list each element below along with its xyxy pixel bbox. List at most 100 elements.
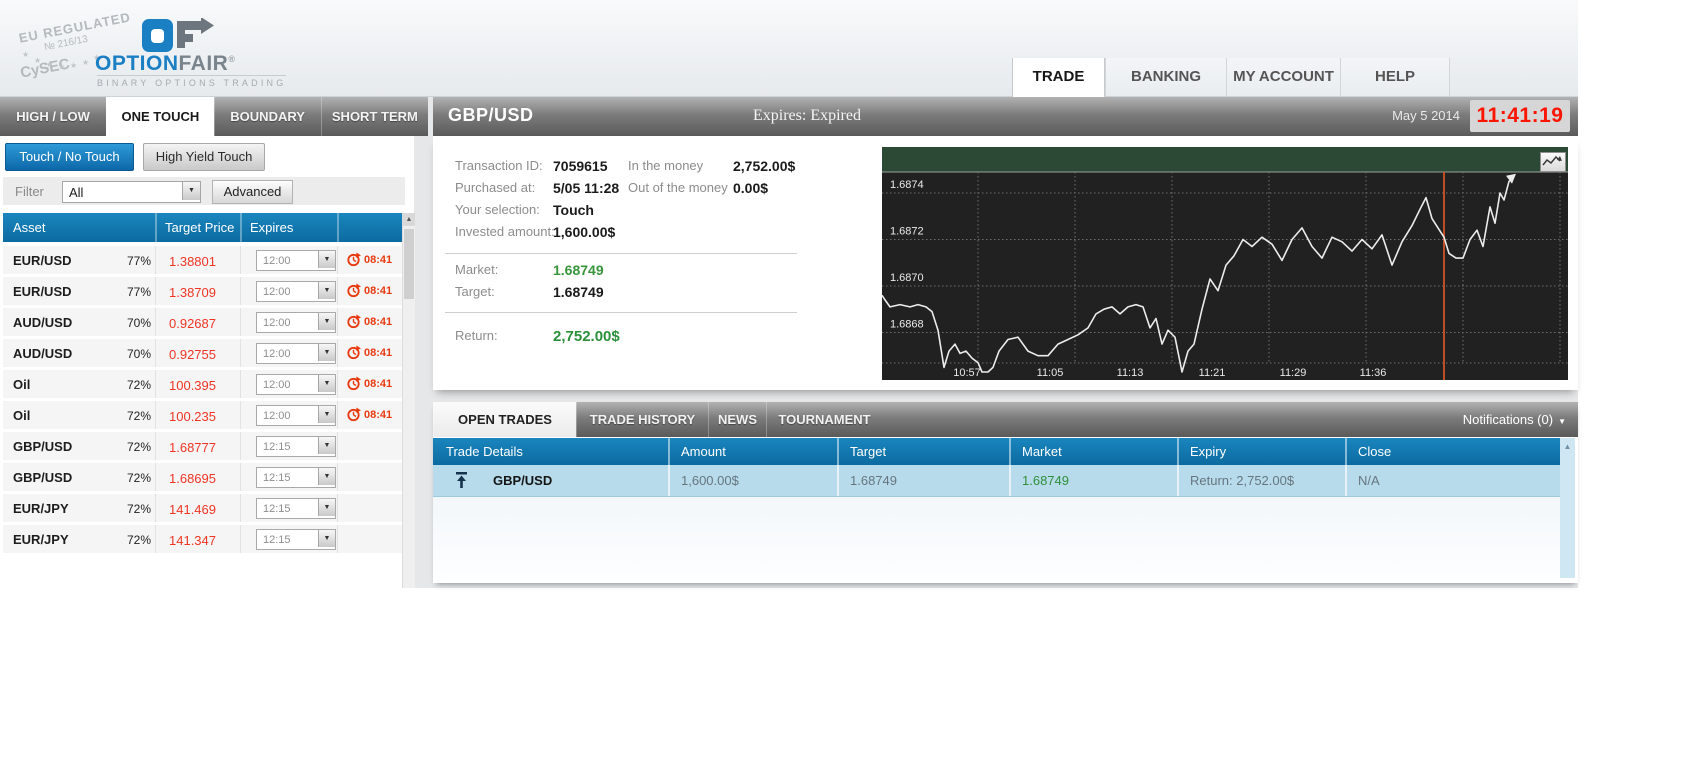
instrument-tab-boundary[interactable]: BOUNDARY (213, 97, 321, 136)
nav-tab-help[interactable]: HELP (1340, 58, 1450, 96)
chevron-down-icon[interactable]: ▼ (318, 499, 335, 516)
chevron-down-icon[interactable]: ▼ (318, 406, 335, 423)
trade-cell-trade: GBP/USD (493, 473, 553, 488)
tab-open-trades[interactable]: OPEN TRADES (433, 402, 576, 437)
detail-row: In the money 2,752.00$ (628, 158, 798, 174)
expiry-select[interactable]: 12:15 ▼ (256, 467, 336, 488)
high-yield-touch-button[interactable]: High Yield Touch (143, 143, 265, 171)
detail-value: 5/05 11:28 (553, 180, 620, 196)
asset-row-eur-jpy-8[interactable]: EUR/JPY 72% 141.469 12:15 ▼ (3, 494, 405, 522)
asset-payout: 72% (126, 533, 151, 547)
return-label: Return: (455, 328, 498, 343)
trades-scrollbar[interactable]: ▲ (1560, 438, 1575, 578)
detail-row: Transaction ID: 7059615 (455, 158, 608, 174)
wordmark-option: OPTION (95, 52, 179, 75)
nav-tab-trade[interactable]: TRADE (1012, 58, 1105, 97)
chevron-down-icon[interactable]: ▼ (318, 468, 335, 485)
expiry-select[interactable]: 12:00 ▼ (256, 250, 336, 271)
detail-value: 2,752.00$ (733, 158, 796, 174)
chevron-down-icon[interactable]: ▼ (318, 251, 335, 268)
expiry-select-value: 12:15 (263, 441, 291, 453)
touch-no-touch-button[interactable]: Touch / No Touch (5, 143, 134, 171)
star-icon: ★ (22, 50, 30, 59)
asset-list-scrollbar[interactable]: ▲ (402, 213, 415, 588)
expiry-select-value: 12:15 (263, 503, 291, 515)
detail-label: Out of the money (628, 180, 728, 195)
price-chart: 1.6874 1.6872 1.6870 1.6868 10:57 11:05 11:13 1… (881, 147, 1568, 380)
countdown-time: 08:41 (364, 315, 393, 328)
asset-row-gbp-usd-7[interactable]: GBP/USD 72% 1.68695 12:15 ▼ (3, 463, 405, 491)
expiry-select[interactable]: 12:15 ▼ (256, 498, 336, 519)
expiry-select[interactable]: 12:00 ▼ (256, 374, 336, 395)
advanced-button[interactable]: Advanced (212, 180, 293, 204)
open-trades-header: Trade Details Amount Target Market Expiry Clo… (433, 438, 1560, 465)
asset-payout: 72% (126, 378, 151, 392)
expiry-select[interactable]: 12:00 ▼ (256, 343, 336, 364)
current-date: May 5 2014 (1392, 108, 1460, 123)
countdown-clock-icon (347, 252, 361, 267)
chevron-down-icon[interactable]: ▼ (318, 530, 335, 547)
open-trade-row-gbp-usd[interactable]: GBP/USD 1,600.00$ 1.68749 1.68749 Return: 2,… (433, 465, 1560, 497)
asset-row-aud-usd-2[interactable]: AUD/USD 70% 0.92687 12:00 ▼ 08:41 (3, 308, 405, 336)
filter-selected-value: All (69, 185, 84, 200)
target-row: Target: 1.68749 (455, 284, 604, 300)
column-amount: Amount (681, 444, 726, 459)
asset-payout: 72% (126, 440, 151, 454)
column-trade-details: Trade Details (446, 444, 523, 459)
optionfair-wordmark: OPTIONFAIR® (95, 52, 236, 76)
asset-name: GBP/USD (13, 470, 73, 485)
filter-label: Filter (15, 184, 44, 199)
asset-target-price: 141.469 (169, 502, 216, 517)
open-trades-empty-area (433, 497, 1560, 578)
tab-tournament[interactable]: TOURNAMENT (766, 402, 882, 437)
asset-row-gbp-usd-6[interactable]: GBP/USD 72% 1.68777 12:15 ▼ (3, 432, 405, 460)
asset-payout: 77% (126, 254, 151, 268)
expiry-select[interactable]: 12:15 ▼ (256, 436, 336, 457)
target-value: 1.68749 (553, 284, 604, 300)
countdown: 08:41 (346, 314, 392, 329)
asset-row-oil-5[interactable]: Oil 72% 100.235 12:00 ▼ 08:41 (3, 401, 405, 429)
notifications-toggle[interactable]: Notifications (0) ▼ (1463, 402, 1566, 437)
chevron-down-icon[interactable]: ▼ (318, 313, 335, 330)
expiry-select-value: 12:00 (263, 317, 291, 329)
instrument-tab-short-term[interactable]: SHORT TERM (320, 97, 428, 136)
nav-tab-my-account[interactable]: MY ACCOUNT (1226, 58, 1340, 96)
chart-type-button[interactable] (1540, 152, 1566, 172)
expiry-select[interactable]: 12:00 ▼ (256, 312, 336, 333)
y-axis-tick: 1.6868 (890, 319, 924, 331)
nav-tab-banking[interactable]: BANKING (1105, 58, 1226, 96)
asset-target-price: 0.92687 (169, 316, 216, 331)
filter-select[interactable]: All ▼ (62, 181, 201, 203)
asset-target-price: 141.347 (169, 533, 216, 548)
tab-news[interactable]: NEWS (708, 402, 766, 437)
chevron-down-icon[interactable]: ▼ (318, 375, 335, 392)
asset-row-eur-usd-1[interactable]: EUR/USD 77% 1.38709 12:00 ▼ 08:41 (3, 277, 405, 305)
asset-row-eur-jpy-9[interactable]: EUR/JPY 72% 141.347 12:15 ▼ (3, 525, 405, 553)
tab-trade-history[interactable]: TRADE HISTORY (576, 402, 708, 437)
chevron-down-icon: ▼ (1558, 417, 1566, 426)
expiry-select[interactable]: 12:00 ▼ (256, 405, 336, 426)
asset-target-price: 1.68777 (169, 440, 216, 455)
instrument-tab-high-low[interactable]: HIGH / LOW (0, 97, 106, 136)
expiry-select-value: 12:15 (263, 472, 291, 484)
scroll-up-icon[interactable]: ▲ (1560, 440, 1575, 453)
scroll-up-icon[interactable]: ▲ (403, 213, 415, 226)
asset-row-eur-usd-0[interactable]: EUR/USD 77% 1.38801 12:00 ▼ 08:41 (3, 246, 405, 274)
instrument-tabs: HIGH / LOW ONE TOUCH BOUNDARY SHORT TERM (0, 97, 428, 136)
scrollbar-thumb[interactable] (404, 229, 414, 299)
chevron-down-icon[interactable]: ▼ (318, 344, 335, 361)
chevron-down-icon[interactable]: ▼ (318, 282, 335, 299)
trade-cell-close: N/A (1358, 473, 1380, 488)
detail-label: Purchased at: (455, 180, 536, 195)
instrument-tab-one-touch[interactable]: ONE TOUCH (106, 97, 214, 136)
asset-name: Oil (13, 377, 31, 392)
asset-row-oil-4[interactable]: Oil 72% 100.395 12:00 ▼ 08:41 (3, 370, 405, 398)
expiry-select[interactable]: 12:00 ▼ (256, 281, 336, 302)
asset-row-aud-usd-3[interactable]: AUD/USD 70% 0.92755 12:00 ▼ 08:41 (3, 339, 405, 367)
divider (445, 312, 797, 313)
top-header: EU REGULATED № 216/13 CySEC ★ ★ ★ ★ ★ ★ … (0, 0, 1578, 97)
chevron-down-icon[interactable]: ▼ (182, 182, 200, 200)
symbol-title: GBP/USD (448, 105, 534, 125)
chevron-down-icon[interactable]: ▼ (318, 437, 335, 454)
expiry-select[interactable]: 12:15 ▼ (256, 529, 336, 550)
